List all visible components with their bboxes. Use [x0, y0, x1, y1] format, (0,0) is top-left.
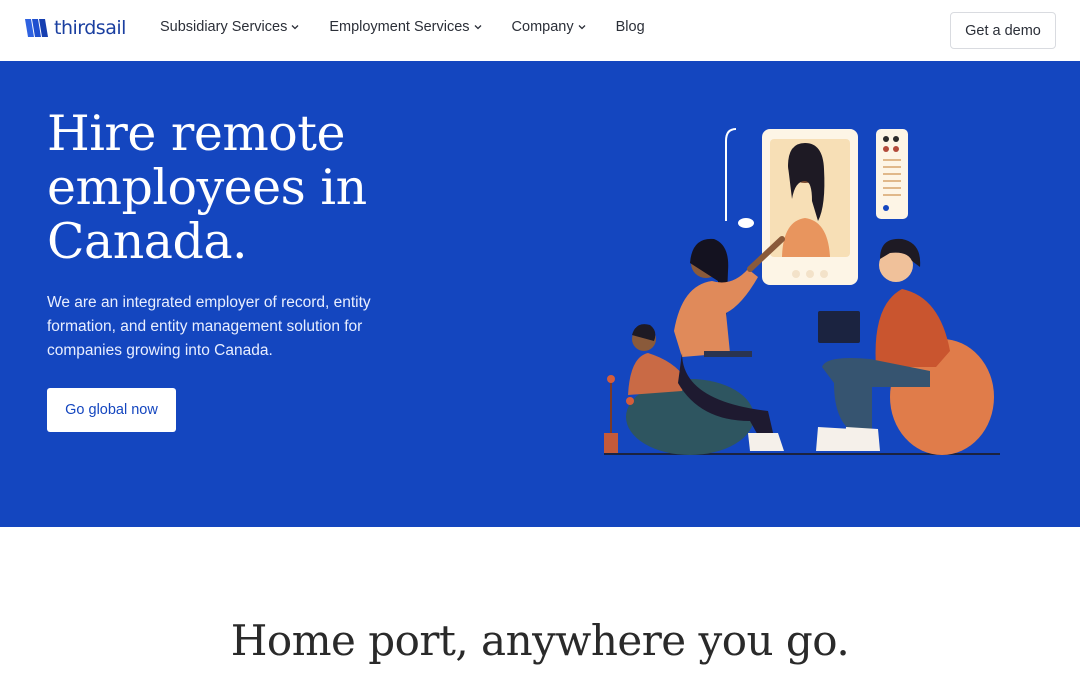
- nav-item-company[interactable]: Company: [512, 17, 586, 37]
- nav-item-label: Subsidiary Services: [160, 19, 288, 35]
- hero-subtitle: We are an integrated employer of record,…: [47, 294, 371, 359]
- chevron-down-icon: [291, 25, 299, 30]
- brand-logo[interactable]: thirdsail: [24, 17, 126, 39]
- chevron-down-icon: [578, 25, 586, 30]
- top-navbar: thirdsail Subsidiary Services Employment…: [0, 0, 1080, 61]
- nav-item-label: Employment Services: [329, 19, 470, 35]
- thirdsail-logo-icon: [25, 19, 48, 37]
- nav-item-label: Blog: [615, 19, 645, 35]
- nav-links: Subsidiary Services Employment Services …: [160, 17, 675, 37]
- section-title: Home port, anywhere you go.: [230, 616, 850, 665]
- brand-name: thirdsail: [54, 17, 126, 39]
- nav-item-employment-services[interactable]: Employment Services: [329, 17, 482, 37]
- hero-section: Hire remote employees in Canada. We are …: [0, 61, 1080, 527]
- nav-item-subsidiary-services[interactable]: Subsidiary Services: [160, 17, 299, 37]
- video-call-illustration: [604, 128, 1000, 455]
- go-global-button[interactable]: Go global now: [47, 388, 176, 432]
- hero-title: Hire remote employees in Canada.: [47, 105, 367, 270]
- get-demo-button[interactable]: Get a demo: [950, 12, 1056, 49]
- nav-item-blog[interactable]: Blog: [616, 17, 645, 37]
- chevron-down-icon: [474, 25, 482, 30]
- nav-item-label: Company: [511, 19, 574, 35]
